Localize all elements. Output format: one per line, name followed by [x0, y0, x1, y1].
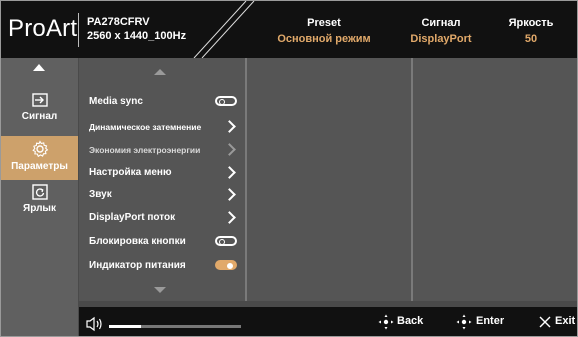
joystick-back-icon — [378, 314, 394, 330]
sidebar-scroll-up-icon[interactable] — [33, 64, 45, 71]
close-icon — [539, 316, 551, 328]
menu-item-label: Звук — [89, 189, 112, 200]
back-button[interactable]: Back — [397, 313, 423, 329]
submenu-panel — [247, 58, 411, 301]
gear-icon — [31, 140, 48, 158]
sidebar-item-label: Параметры — [11, 161, 68, 172]
input-signal-icon — [31, 93, 48, 107]
menu-item-label: Настройка меню — [89, 167, 172, 178]
brand-divider — [78, 13, 79, 47]
menu-item-label: Media sync — [89, 96, 143, 107]
sidebar-item-label: Сигнал — [21, 111, 58, 122]
toggle-switch[interactable] — [215, 260, 237, 270]
menu-item-power-indicator[interactable]: Индикатор питания — [89, 258, 239, 274]
chevron-right-icon — [223, 166, 236, 179]
chevron-right-icon — [223, 211, 236, 224]
speaker-icon — [86, 316, 102, 332]
sidebar-item-parameters[interactable]: Параметры — [1, 136, 78, 180]
menu-item-sound[interactable]: Звук — [89, 187, 239, 203]
signal-value: DisplayPort — [410, 33, 472, 45]
sidebar-footer — [1, 307, 78, 336]
monitor-osd: ProArt PA278CFRV 2560 x 1440_100Hz Prese… — [0, 0, 578, 337]
exit-button[interactable]: Exit — [555, 313, 575, 329]
menu-item-media-sync[interactable]: Media sync — [89, 94, 239, 110]
sidebar: Сигнал Параметры Ярлык — [1, 58, 78, 334]
brand-logo: ProArt — [8, 15, 78, 42]
menu-item-displayport-stream[interactable]: DisplayPort поток — [89, 210, 239, 226]
menu-item-label: DisplayPort поток — [89, 212, 176, 223]
list-scroll-down-icon[interactable] — [154, 287, 166, 293]
shortcut-icon — [31, 184, 48, 200]
signal-label: Сигнал — [421, 17, 461, 29]
joystick-enter-icon — [456, 314, 472, 330]
brightness-column: Яркость 50 — [491, 15, 571, 47]
preset-value: Основной режим — [277, 33, 371, 45]
list-scroll-up-icon[interactable] — [154, 69, 166, 75]
volume-slider-fill — [109, 325, 141, 328]
menu-item-label: Динамическое затемнение — [89, 122, 202, 132]
menu-item-label: Индикатор питания — [89, 260, 186, 271]
sidebar-item-signal[interactable]: Сигнал — [1, 92, 78, 132]
toggle-switch[interactable] — [215, 236, 237, 246]
sidebar-item-shortcut[interactable]: Ярлык — [1, 184, 78, 224]
menu-item-menu-setup[interactable]: Настройка меню — [89, 165, 239, 181]
osd-header: ProArt PA278CFRV 2560 x 1440_100Hz Prese… — [1, 1, 577, 58]
menu-item-key-lock[interactable]: Блокировка кнопки — [89, 234, 239, 250]
menu-item-label: Блокировка кнопки — [89, 236, 186, 247]
value-panel — [413, 58, 577, 301]
chevron-right-icon — [223, 188, 236, 201]
model-name: PA278CFRV — [87, 16, 150, 28]
brightness-label: Яркость — [508, 17, 554, 29]
toggle-switch[interactable] — [215, 96, 237, 106]
menu-item-label: Экономия электроэнергии — [89, 145, 201, 155]
signal-column: Сигнал DisplayPort — [396, 15, 486, 47]
sidebar-item-label: Ярлык — [23, 203, 56, 214]
chevron-right-icon — [223, 120, 236, 133]
header-decoration — [193, 1, 255, 58]
preset-column: Preset Основной режим — [269, 15, 379, 47]
menu-item-dynamic-dimming[interactable]: Динамическое затемнение — [89, 119, 239, 135]
menu-item-power-saving[interactable]: Экономия электроэнергии — [89, 142, 239, 158]
model-info: PA278CFRV 2560 x 1440_100Hz — [87, 15, 186, 43]
brightness-value: 50 — [524, 33, 538, 45]
preset-label: Preset — [307, 17, 341, 29]
chevron-right-icon — [223, 143, 236, 156]
enter-button[interactable]: Enter — [476, 313, 504, 329]
resolution-text: 2560 x 1440_100Hz — [87, 30, 187, 42]
